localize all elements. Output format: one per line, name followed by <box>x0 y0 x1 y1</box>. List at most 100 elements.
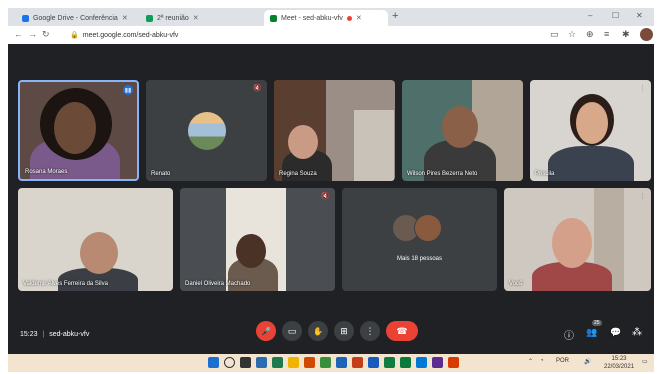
tab-google-drive[interactable]: Google Drive - Conferência ✕ <box>16 10 136 26</box>
language-indicator[interactable]: POR <box>556 358 569 364</box>
tab-label: Google Drive - Conferência <box>33 14 118 22</box>
meet-grid: ▮▮ Rosana Moraes 🔇 Renato Regina Souza W… <box>8 44 654 354</box>
task-view-icon[interactable] <box>240 357 251 368</box>
participant-tile[interactable]: Wilson Pires Bezerra Neto <box>402 80 523 181</box>
tray-chevron-icon[interactable]: ⌃ <box>528 358 533 365</box>
participant-tile[interactable]: 🔇 Daniel Oliveira Machado <box>180 188 335 291</box>
more-options-icon[interactable]: ⋮ <box>639 192 646 200</box>
clock-date: 22/03/2021 <box>604 364 635 370</box>
participant-tile[interactable]: 🔇 Renato <box>146 80 267 181</box>
participant-face <box>80 232 118 274</box>
participant-name: Daniel Oliveira Machado <box>185 281 251 287</box>
more-options-button[interactable]: ⋮ <box>360 321 380 341</box>
widgets-icon[interactable] <box>256 357 267 368</box>
edge-icon[interactable] <box>336 357 347 368</box>
more-people-label: Mais 18 pessoas <box>396 256 443 262</box>
participant-face <box>288 125 318 159</box>
windows-taskbar: ⌃ ◔ POR 🔊 15:23 22/03/2021 ▭ <box>8 354 654 372</box>
participant-tile[interactable]: ⋮ Você <box>504 188 651 291</box>
camera-icon: ▭ <box>287 325 297 336</box>
participant-face <box>236 234 266 268</box>
end-call-button[interactable]: ☎ <box>386 321 418 341</box>
reading-list-icon[interactable]: ≡ <box>604 29 609 39</box>
forward-icon[interactable]: → <box>28 29 37 39</box>
info-icon: ⓘ <box>564 331 574 342</box>
close-icon[interactable]: ✕ <box>122 14 128 22</box>
minimize-button[interactable]: – <box>588 11 592 20</box>
office-icon[interactable] <box>304 357 315 368</box>
back-icon[interactable]: ← <box>14 29 23 39</box>
search-icon[interactable] <box>224 357 235 368</box>
raise-hand-button[interactable]: ✋ <box>308 321 328 341</box>
volume-icon[interactable]: 🔊 <box>584 358 591 365</box>
windows-start-icon[interactable] <box>208 357 219 368</box>
meeting-details-button[interactable]: ⓘ <box>564 327 574 342</box>
onenote-icon[interactable] <box>432 357 443 368</box>
app-icon[interactable] <box>448 357 459 368</box>
tab-label: 2ª reunião <box>157 14 189 22</box>
participant-tile[interactable]: Regina Souza <box>274 80 395 181</box>
clock-time: 15:23 <box>611 356 627 362</box>
activities-icon: ⁂ <box>632 327 642 338</box>
avatar <box>188 112 226 150</box>
more-options-icon[interactable]: ⋮ <box>639 84 646 92</box>
mic-off-icon: 🎤 <box>261 326 271 336</box>
extension-icon[interactable]: ⊕ <box>586 29 594 40</box>
bookmark-star-icon[interactable]: ☆ <box>568 29 576 40</box>
word-icon[interactable] <box>368 357 379 368</box>
participant-face <box>442 106 478 148</box>
participant-tile[interactable]: Valdemir Alves Ferreira da Silva <box>18 188 173 291</box>
avatar <box>414 214 442 242</box>
network-icon[interactable]: ◔ <box>540 358 544 364</box>
tab-label: Meet - sed-abku-vfv <box>281 14 343 22</box>
people-count-badge: 25 <box>592 320 602 326</box>
participant-face <box>552 218 592 268</box>
close-window-button[interactable]: ✕ <box>636 11 643 20</box>
outlook-icon[interactable] <box>416 357 427 368</box>
participant-name: Wilson Pires Bezerra Neto <box>407 171 478 177</box>
participant-tile[interactable]: Mais 18 pessoas <box>342 188 497 291</box>
participant-name: Priscila <box>535 171 555 177</box>
drive-icon <box>22 14 29 22</box>
notifications-icon[interactable]: ▭ <box>642 358 648 365</box>
url-text: meet.google.com/sed-abku-vfv <box>82 31 179 39</box>
chrome-icon[interactable] <box>320 357 331 368</box>
clock[interactable]: 15:23 22/03/2021 <box>604 355 634 371</box>
participant-tile[interactable]: ⋮ Priscila <box>530 80 651 181</box>
new-tab-button[interactable]: + <box>392 10 398 22</box>
file-explorer-icon[interactable] <box>288 357 299 368</box>
tab-second-meeting[interactable]: 2ª reunião ✕ <box>140 10 260 26</box>
more-icon: ⋮ <box>365 325 375 336</box>
camera-toggle-button[interactable]: ▭ <box>282 321 302 341</box>
reload-icon[interactable]: ↻ <box>42 29 50 40</box>
activities-button[interactable]: ⁂ <box>632 327 642 338</box>
background-wall <box>354 110 394 181</box>
puzzle-icon[interactable]: ✱ <box>622 29 630 40</box>
participant-tile[interactable]: ▮▮ Rosana Moraes <box>18 80 139 181</box>
excel-icon[interactable] <box>384 357 395 368</box>
powerpoint-icon[interactable] <box>352 357 363 368</box>
people-icon: 👥 <box>586 327 598 337</box>
participant-name: Rosana Moraes <box>25 169 68 175</box>
mic-toggle-button[interactable]: 🎤 <box>256 321 276 341</box>
meet-icon <box>270 14 277 22</box>
profile-avatar[interactable] <box>640 28 653 41</box>
browser-tab-strip: Google Drive - Conferência ✕ 2ª reunião … <box>8 8 654 26</box>
mic-off-icon: 🔇 <box>321 193 330 200</box>
close-icon[interactable]: ✕ <box>356 14 362 22</box>
hangup-icon: ☎ <box>396 325 408 336</box>
maximize-button[interactable]: ☐ <box>612 11 619 20</box>
camera-permission-icon[interactable]: ▭ <box>550 29 559 40</box>
address-bar[interactable]: 🔒 meet.google.com/sed-abku-vfv <box>70 29 540 41</box>
people-button[interactable]: 👥 25 <box>586 320 602 338</box>
meeting-separator: | <box>42 331 45 338</box>
meeting-info: 15:23 | sed-abku-vfv <box>20 331 89 338</box>
lock-icon: 🔒 <box>70 32 79 39</box>
meet-app-icon[interactable] <box>400 357 411 368</box>
close-icon[interactable]: ✕ <box>193 14 199 22</box>
present-button[interactable]: ⊞ <box>334 321 354 341</box>
mic-off-icon: 🔇 <box>253 85 262 92</box>
tab-meet-active[interactable]: Meet - sed-abku-vfv ✕ <box>264 10 388 26</box>
chat-button[interactable]: 💬 <box>610 327 621 338</box>
teams-icon[interactable] <box>272 357 283 368</box>
